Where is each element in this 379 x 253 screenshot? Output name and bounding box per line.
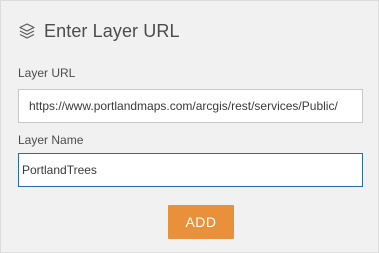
panel-title: Enter Layer URL: [44, 20, 180, 41]
layer-url-input[interactable]: [18, 89, 363, 123]
layer-name-label: Layer Name: [18, 133, 84, 147]
panel-header: Enter Layer URL: [18, 19, 180, 43]
add-button[interactable]: ADD: [168, 205, 234, 239]
add-layer-panel: Enter Layer URL Layer URL Layer Name ADD: [0, 0, 379, 253]
layer-name-input[interactable]: [18, 153, 363, 187]
layers-icon: [18, 22, 36, 40]
layer-url-label: Layer URL: [18, 66, 76, 80]
